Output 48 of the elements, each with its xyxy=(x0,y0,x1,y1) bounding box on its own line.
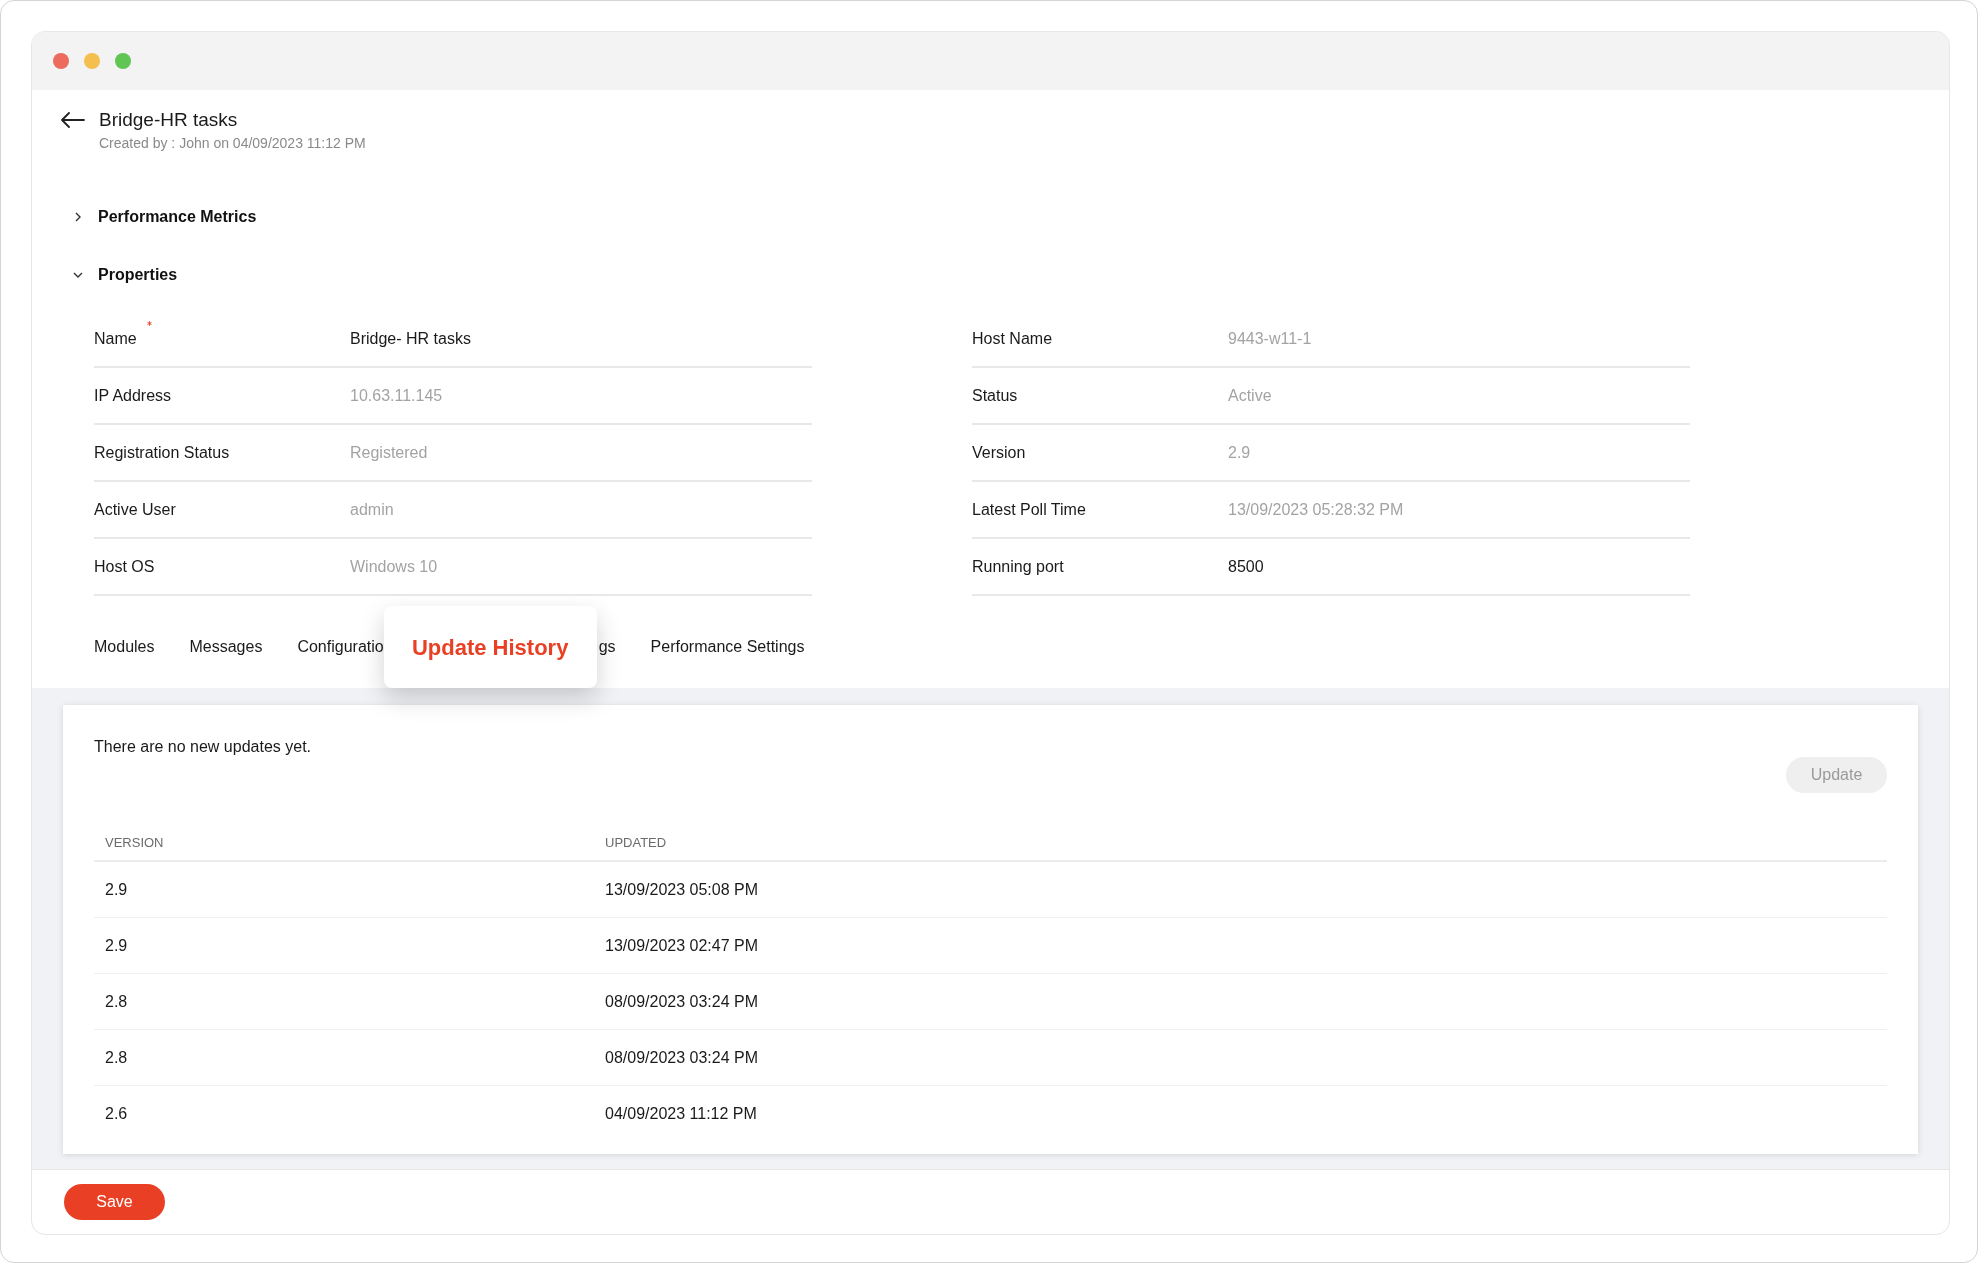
update-history-tab-callout[interactable]: Update History xyxy=(383,606,597,688)
minimize-icon[interactable] xyxy=(84,53,100,69)
field-value: 2.9 xyxy=(1228,442,1251,463)
field-value: 13/09/2023 05:28:32 PM xyxy=(1228,499,1404,520)
no-updates-message: There are no new updates yet. xyxy=(94,737,312,757)
field-label: Active User xyxy=(94,500,176,518)
field-label: Status xyxy=(972,386,1018,404)
field-value: Registered xyxy=(350,442,428,463)
section-toggle[interactable]: Properties xyxy=(72,263,178,287)
maximize-icon[interactable] xyxy=(115,53,131,69)
column-header: VERSION xyxy=(104,834,165,853)
tab[interactable]: gs xyxy=(598,635,616,659)
field-label: Name xyxy=(94,329,137,347)
table-cell: 08/09/2023 03:24 PM xyxy=(605,1048,758,1066)
tab[interactable]: Performance Settings xyxy=(650,635,805,659)
table-cell: 2.9 xyxy=(105,880,128,898)
field-value: admin xyxy=(350,499,394,520)
field-label: IP Address xyxy=(94,386,172,404)
table-cell: 13/09/2023 02:47 PM xyxy=(605,936,758,954)
created-by-text: Created by : John on 04/09/2023 11:12 PM xyxy=(99,134,366,153)
field-label: Registration Status xyxy=(94,443,230,461)
table-cell: 13/09/2023 05:08 PM xyxy=(605,880,758,898)
section-toggle[interactable]: Performance Metrics xyxy=(72,205,257,229)
field-label: Latest Poll Time xyxy=(972,500,1086,518)
tab[interactable]: Configuratio xyxy=(297,635,384,659)
close-icon[interactable] xyxy=(53,53,69,69)
field-value: Windows 10 xyxy=(350,556,438,577)
field-value: 9443-w11-1 xyxy=(1228,328,1312,349)
tab[interactable]: Modules xyxy=(94,635,155,659)
field-value: Active xyxy=(1228,385,1272,406)
field-label: Host OS xyxy=(94,557,155,575)
back-arrow-icon[interactable] xyxy=(61,112,85,128)
table-cell: 2.6 xyxy=(105,1105,128,1122)
table-cell: 2.8 xyxy=(105,1048,128,1066)
field-label: Version xyxy=(972,443,1026,461)
field-value: 10.63.11.145 xyxy=(350,385,443,406)
field-label: Running port xyxy=(972,557,1064,575)
save-button[interactable]: Save xyxy=(64,1184,165,1220)
table-cell: 2.8 xyxy=(105,992,128,1010)
column-header: UPDATED xyxy=(605,834,668,853)
field-value[interactable]: Bridge- HR tasks xyxy=(350,326,471,351)
field-label: Host Name xyxy=(972,329,1053,347)
page-title: Bridge-HR tasks xyxy=(99,108,239,132)
tab[interactable]: Messages xyxy=(189,635,263,659)
table-cell: 08/09/2023 03:24 PM xyxy=(605,992,758,1010)
table-cell: 2.9 xyxy=(105,936,128,954)
table-cell: 04/09/2023 11:12 PM xyxy=(605,1105,757,1122)
field-value[interactable]: 8500 xyxy=(1228,554,1264,579)
